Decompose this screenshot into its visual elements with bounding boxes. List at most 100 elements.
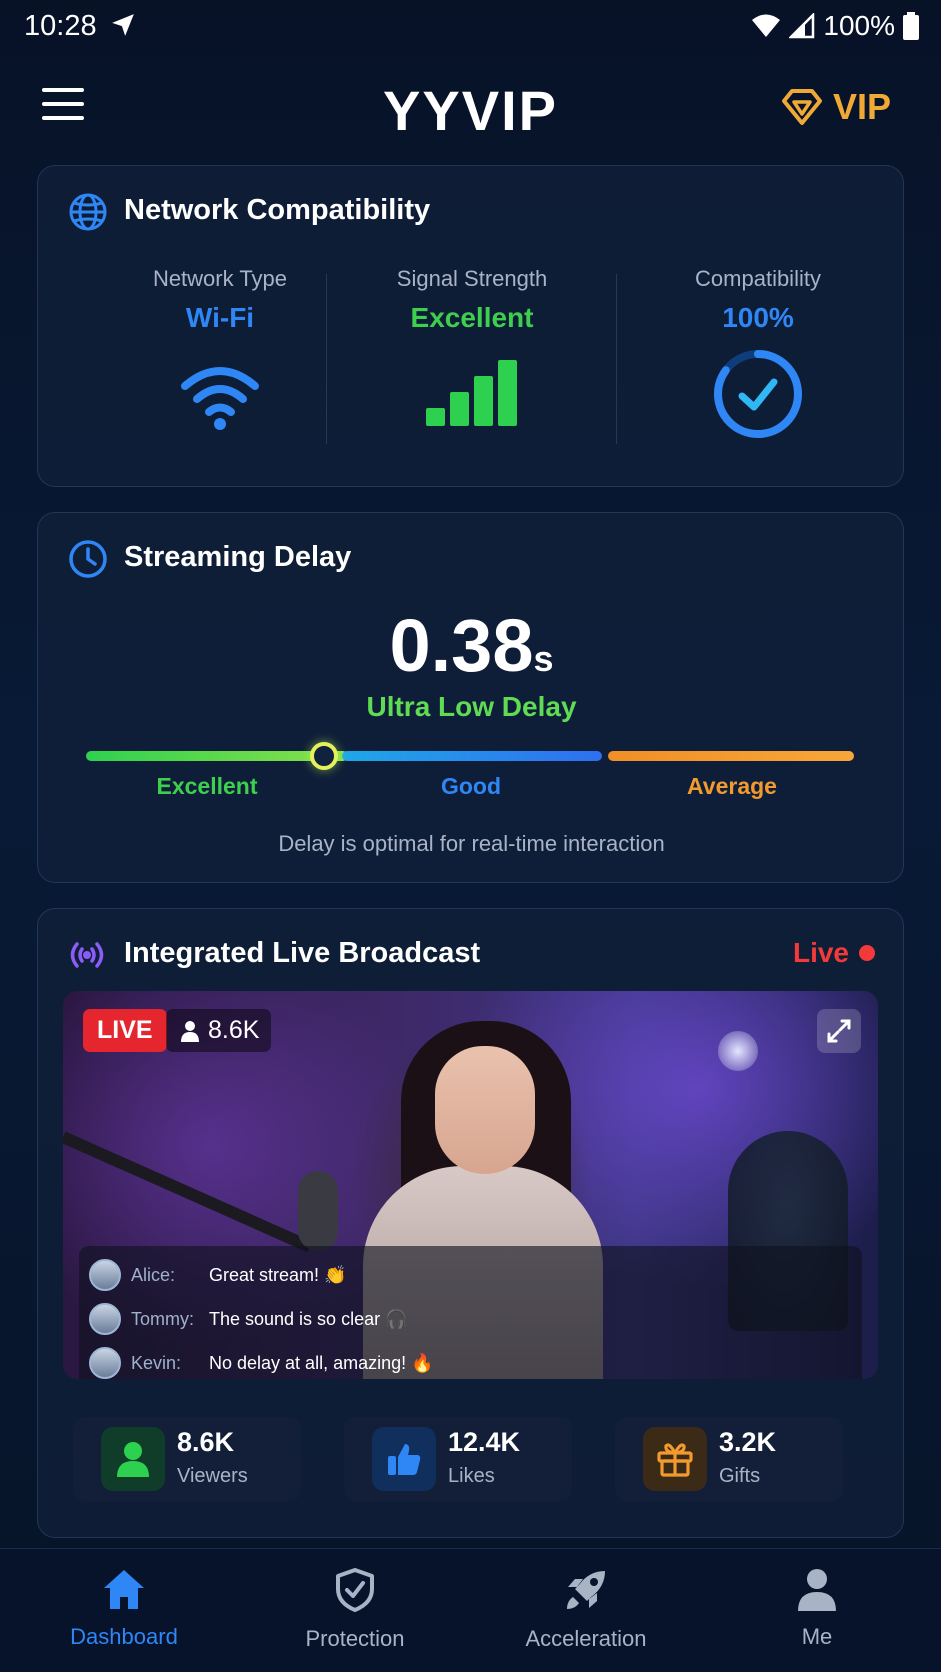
stat-label: Gifts (719, 1465, 761, 1487)
stat-gifts: 3.2K Gifts (615, 1417, 843, 1501)
stat-icon-box (643, 1427, 707, 1491)
scale-label-good: Good (440, 773, 502, 799)
chat-message: Kevin: No delay at all, amazing! 🔥 (89, 1346, 434, 1379)
delay-indicator-knob[interactable] (310, 742, 339, 770)
chat-text: The sound is so clear 🎧 (209, 1308, 408, 1329)
battery-percent: 100% (823, 10, 895, 41)
scale-segment-average (608, 751, 854, 761)
gift-icon (657, 1443, 693, 1477)
scale-label-excellent: Excellent (156, 773, 258, 799)
signal-bar (474, 376, 493, 426)
network-card-title: Network Compatibility (124, 194, 431, 226)
clock-icon (69, 540, 107, 578)
status-right: 100% (751, 10, 919, 42)
nav-label: Protection (305, 1626, 405, 1651)
person-icon (181, 1020, 199, 1042)
delay-scale-bar (86, 742, 854, 770)
vip-label: VIP (832, 86, 891, 127)
stat-likes: 12.4K Likes (344, 1417, 572, 1501)
home-icon (104, 1570, 144, 1609)
chat-message: Tommy: The sound is so clear 🎧 (89, 1302, 408, 1336)
streaming-delay-card: Streaming Delay 0.38s Ultra Low Delay Ex… (37, 512, 904, 883)
delay-value: 0.38s (38, 603, 905, 688)
live-broadcast-card: Integrated Live Broadcast Live LIVE 8.6K… (37, 908, 904, 1538)
shield-icon (336, 1568, 374, 1612)
wifi-status-icon (752, 14, 781, 37)
chat-message: Alice: Great stream! 👏 (89, 1258, 346, 1292)
diamond-icon (781, 89, 822, 125)
delay-card-title: Streaming Delay (124, 541, 352, 573)
stat-label: Viewers (177, 1465, 248, 1487)
delay-note: Delay is optimal for real-time interacti… (278, 831, 665, 856)
compatibility-column: Compatibility 100% (638, 266, 878, 447)
chat-username: Kevin: (131, 1352, 182, 1373)
status-time: 10:28 (24, 10, 97, 42)
avatar (89, 1303, 121, 1335)
bottom-nav: Dashboard Protection Acceleration Me (0, 1548, 941, 1672)
nav-me[interactable]: Me (717, 1567, 917, 1650)
chat-username: Tommy: (131, 1308, 194, 1329)
expand-icon (827, 1019, 851, 1043)
nav-label: Dashboard (70, 1624, 178, 1649)
divider (616, 274, 617, 444)
rocket-icon (567, 1571, 605, 1609)
broadcast-icon (70, 942, 104, 968)
delay-status: Ultra Low Delay (366, 691, 577, 722)
scale-segment-excellent (86, 751, 348, 761)
mic-arm (63, 1131, 313, 1253)
chat-text: Great stream! 👏 (209, 1264, 347, 1285)
avatar (89, 1347, 121, 1379)
battery-icon (903, 12, 919, 40)
scale-label-average: Average (687, 773, 777, 799)
stat-value: 12.4K (448, 1427, 521, 1457)
user-icon (117, 1442, 149, 1477)
fullscreen-button[interactable] (817, 1009, 861, 1053)
thumbs-up-icon (388, 1444, 421, 1475)
nav-protection[interactable]: Protection (255, 1567, 455, 1652)
network-type-value: Wi-Fi (185, 302, 255, 333)
check-circle-icon (714, 350, 802, 438)
signal-bar (450, 392, 469, 426)
cell-signal-icon (789, 13, 815, 39)
avatar (89, 1259, 121, 1291)
live-badge: LIVE (83, 1009, 167, 1052)
signal-strength-value: Excellent (410, 302, 534, 333)
delay-number: 0.38 (389, 604, 534, 687)
stat-value: 8.6K (177, 1427, 235, 1457)
stat-viewers: 8.6K Viewers (73, 1417, 301, 1501)
live-indicator: Live (793, 937, 875, 969)
signal-strength-label: Signal Strength (396, 266, 548, 291)
divider (326, 274, 327, 444)
live-dot (859, 945, 875, 961)
delay-unit: s (533, 638, 554, 679)
stat-label: Likes (448, 1465, 495, 1487)
stat-value: 3.2K (719, 1427, 777, 1457)
signal-bars-icon (426, 360, 517, 426)
chat-username: Alice: (131, 1264, 176, 1285)
globe-icon (69, 193, 107, 231)
chat-text: No delay at all, amazing! 🔥 (209, 1352, 434, 1373)
app-header: YYVIP VIP (0, 70, 941, 146)
live-card-title: Integrated Live Broadcast (124, 937, 481, 969)
user-profile-icon (798, 1569, 836, 1611)
nav-dashboard[interactable]: Dashboard (24, 1567, 224, 1650)
nav-acceleration[interactable]: Acceleration (486, 1567, 686, 1652)
scale-segment-good (342, 751, 602, 761)
signal-bar (426, 408, 445, 426)
wifi-icon (181, 367, 259, 430)
nav-label: Acceleration (525, 1626, 647, 1651)
compatibility-label: Compatibility (695, 266, 821, 291)
viewer-count: 8.6K (208, 1016, 260, 1044)
stat-icon-box (372, 1427, 436, 1491)
compatibility-value: 100% (722, 302, 794, 333)
live-indicator-label: Live (792, 937, 849, 968)
streamer-face (435, 1046, 535, 1174)
vip-button[interactable]: VIP (781, 86, 891, 128)
status-bar: 10:28 100% (0, 0, 941, 56)
signal-bar (498, 360, 517, 426)
live-video-player[interactable]: LIVE 8.6K Alice: Great stream! 👏 Tommy: … (63, 991, 878, 1379)
network-type-column: Network Type Wi-Fi (100, 266, 340, 437)
viewer-count-badge: 8.6K (166, 1009, 272, 1052)
stat-icon-box (101, 1427, 165, 1491)
chat-overlay: Alice: Great stream! 👏 Tommy: The sound … (79, 1246, 862, 1379)
